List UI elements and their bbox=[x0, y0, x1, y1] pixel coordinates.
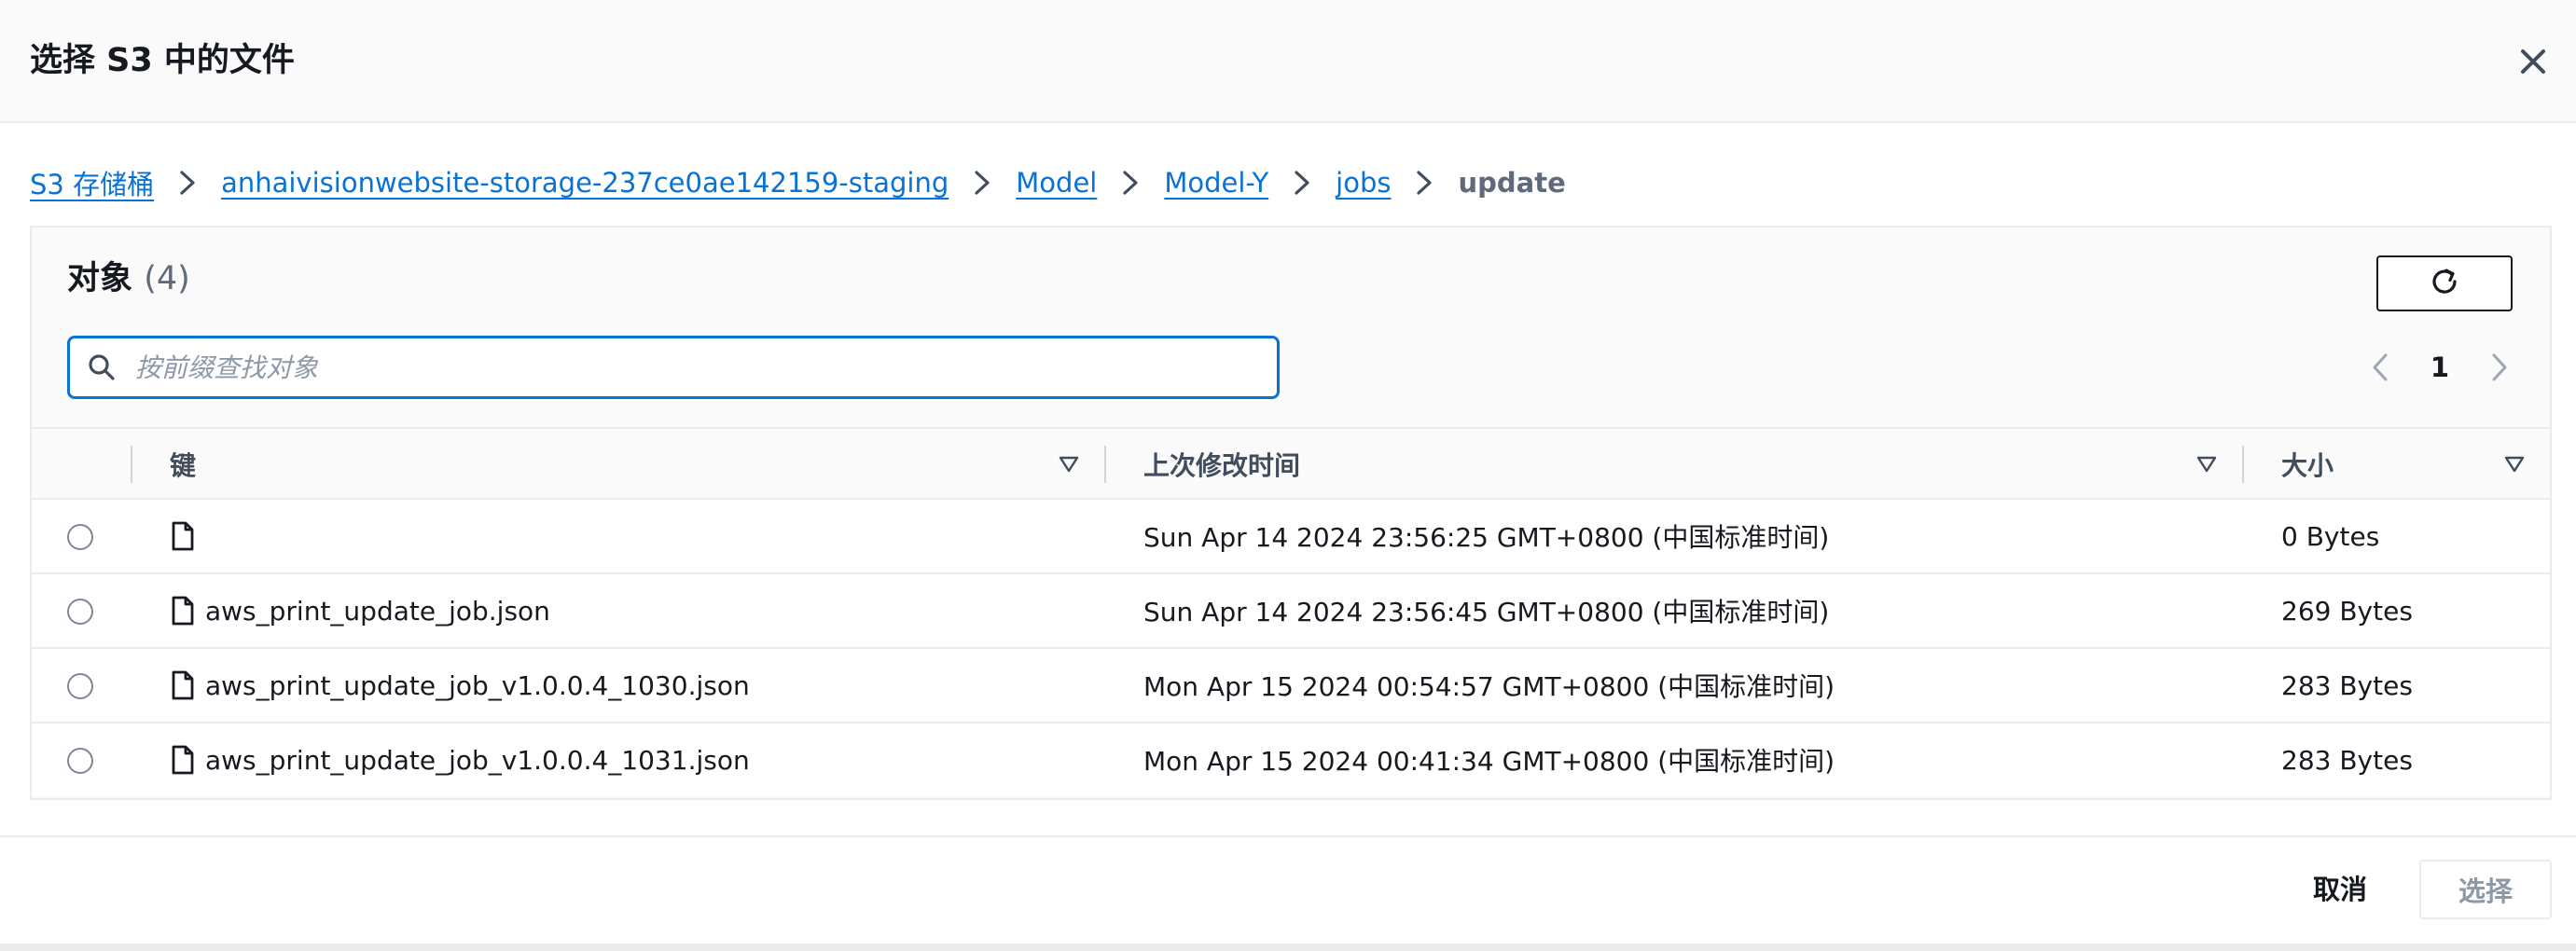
breadcrumb-item-model-y[interactable]: Model-Y bbox=[1164, 167, 1268, 199]
chevron-right-icon bbox=[176, 169, 199, 197]
table-header: 键 上次修改时间 大小 bbox=[32, 427, 2550, 500]
refresh-icon bbox=[2428, 265, 2461, 302]
breadcrumb: S3 存储桶 anhaivisionwebsite-storage-237ce0… bbox=[30, 160, 1566, 205]
column-header-last-modified[interactable]: 上次修改时间 bbox=[1143, 429, 1300, 500]
cell-last-modified: Mon Apr 15 2024 00:54:57 GMT+0800 (中国标准时… bbox=[1143, 671, 1835, 702]
cell-size: 0 Bytes bbox=[2281, 520, 2380, 552]
objects-title-label: 对象 bbox=[67, 260, 133, 297]
row-radio[interactable] bbox=[67, 599, 93, 625]
file-icon bbox=[170, 670, 196, 700]
sort-caret-down-icon[interactable] bbox=[2503, 453, 2526, 476]
cell-size: 283 Bytes bbox=[2281, 744, 2413, 776]
search-box bbox=[67, 336, 1280, 399]
column-header-size[interactable]: 大小 bbox=[2281, 429, 2334, 500]
sort-caret-down-icon[interactable] bbox=[2195, 453, 2218, 476]
breadcrumb-item-jobs[interactable]: jobs bbox=[1336, 167, 1391, 199]
file-name: aws_print_update_job.json bbox=[205, 595, 550, 627]
chevron-right-icon bbox=[1413, 169, 1435, 197]
file-icon bbox=[170, 745, 196, 775]
cell-last-modified: Sun Apr 14 2024 23:56:25 GMT+0800 (中国标准时… bbox=[1143, 522, 1830, 553]
column-header-key[interactable]: 键 bbox=[170, 429, 196, 500]
cell-size: 283 Bytes bbox=[2281, 669, 2413, 701]
breadcrumb-item-bucket[interactable]: anhaivisionwebsite-storage-237ce0ae14215… bbox=[221, 167, 949, 199]
cell-size: 269 Bytes bbox=[2281, 595, 2413, 627]
search-input[interactable] bbox=[133, 351, 1238, 384]
cell-key[interactable]: aws_print_update_job.json bbox=[170, 574, 550, 647]
chevron-left-icon[interactable] bbox=[2367, 349, 2393, 386]
file-icon bbox=[170, 596, 196, 626]
sort-caret-down-icon[interactable] bbox=[1058, 453, 1080, 476]
table-row[interactable]: aws_print_update_job_v1.0.0.4_1031.json … bbox=[32, 724, 2550, 796]
pagination: 1 bbox=[2367, 343, 2513, 392]
objects-title: 对象 (4) bbox=[67, 255, 190, 302]
cell-key[interactable]: aws_print_update_job_v1.0.0.4_1031.json bbox=[170, 724, 750, 796]
file-name: aws_print_update_job_v1.0.0.4_1031.json bbox=[205, 744, 750, 776]
search-icon bbox=[87, 352, 117, 382]
cell-key[interactable] bbox=[170, 500, 205, 572]
row-radio[interactable] bbox=[67, 748, 93, 774]
objects-table: 键 上次修改时间 大小 Sun Apr 14 2024 23:56:25 GMT… bbox=[32, 427, 2550, 796]
objects-panel: 对象 (4) 1 键 bbox=[30, 226, 2552, 800]
chevron-right-icon[interactable] bbox=[2486, 349, 2513, 386]
chevron-right-icon bbox=[1291, 169, 1313, 197]
column-divider bbox=[1104, 446, 1106, 483]
pagination-current-page[interactable]: 1 bbox=[2431, 351, 2449, 383]
breadcrumb-item-s3-buckets[interactable]: S3 存储桶 bbox=[30, 163, 154, 202]
row-radio[interactable] bbox=[67, 524, 93, 550]
column-divider bbox=[2242, 446, 2244, 483]
table-row[interactable]: Sun Apr 14 2024 23:56:25 GMT+0800 (中国标准时… bbox=[32, 500, 2550, 574]
breadcrumb-current: update bbox=[1458, 167, 1566, 199]
cell-key[interactable]: aws_print_update_job_v1.0.0.4_1030.json bbox=[170, 649, 750, 722]
cancel-button[interactable]: 取消 bbox=[2313, 871, 2367, 908]
row-radio[interactable] bbox=[67, 673, 93, 699]
chevron-right-icon bbox=[971, 169, 993, 197]
modal-title: 选择 S3 中的文件 bbox=[30, 42, 295, 79]
cell-last-modified: Mon Apr 15 2024 00:41:34 GMT+0800 (中国标准时… bbox=[1143, 746, 1835, 777]
column-divider bbox=[131, 446, 132, 483]
chevron-right-icon bbox=[1119, 169, 1142, 197]
modal-header: 选择 S3 中的文件 bbox=[0, 0, 2576, 123]
breadcrumb-item-model[interactable]: Model bbox=[1016, 167, 1097, 199]
table-row[interactable]: aws_print_update_job.json Sun Apr 14 202… bbox=[32, 574, 2550, 649]
select-file-modal: 选择 S3 中的文件 S3 存储桶 anhaivisionwebsite-sto… bbox=[0, 0, 2576, 944]
file-icon bbox=[170, 521, 196, 551]
file-name: aws_print_update_job_v1.0.0.4_1030.json bbox=[205, 669, 750, 701]
cell-last-modified: Sun Apr 14 2024 23:56:45 GMT+0800 (中国标准时… bbox=[1143, 597, 1830, 627]
table-row[interactable]: aws_print_update_job_v1.0.0.4_1030.json … bbox=[32, 649, 2550, 724]
objects-count: (4) bbox=[144, 260, 190, 297]
select-button[interactable]: 选择 bbox=[2419, 860, 2552, 919]
close-icon[interactable] bbox=[2514, 43, 2552, 80]
refresh-button[interactable] bbox=[2376, 255, 2513, 311]
background-page-strip bbox=[0, 944, 2576, 951]
modal-footer: 取消 选择 bbox=[0, 835, 2576, 944]
